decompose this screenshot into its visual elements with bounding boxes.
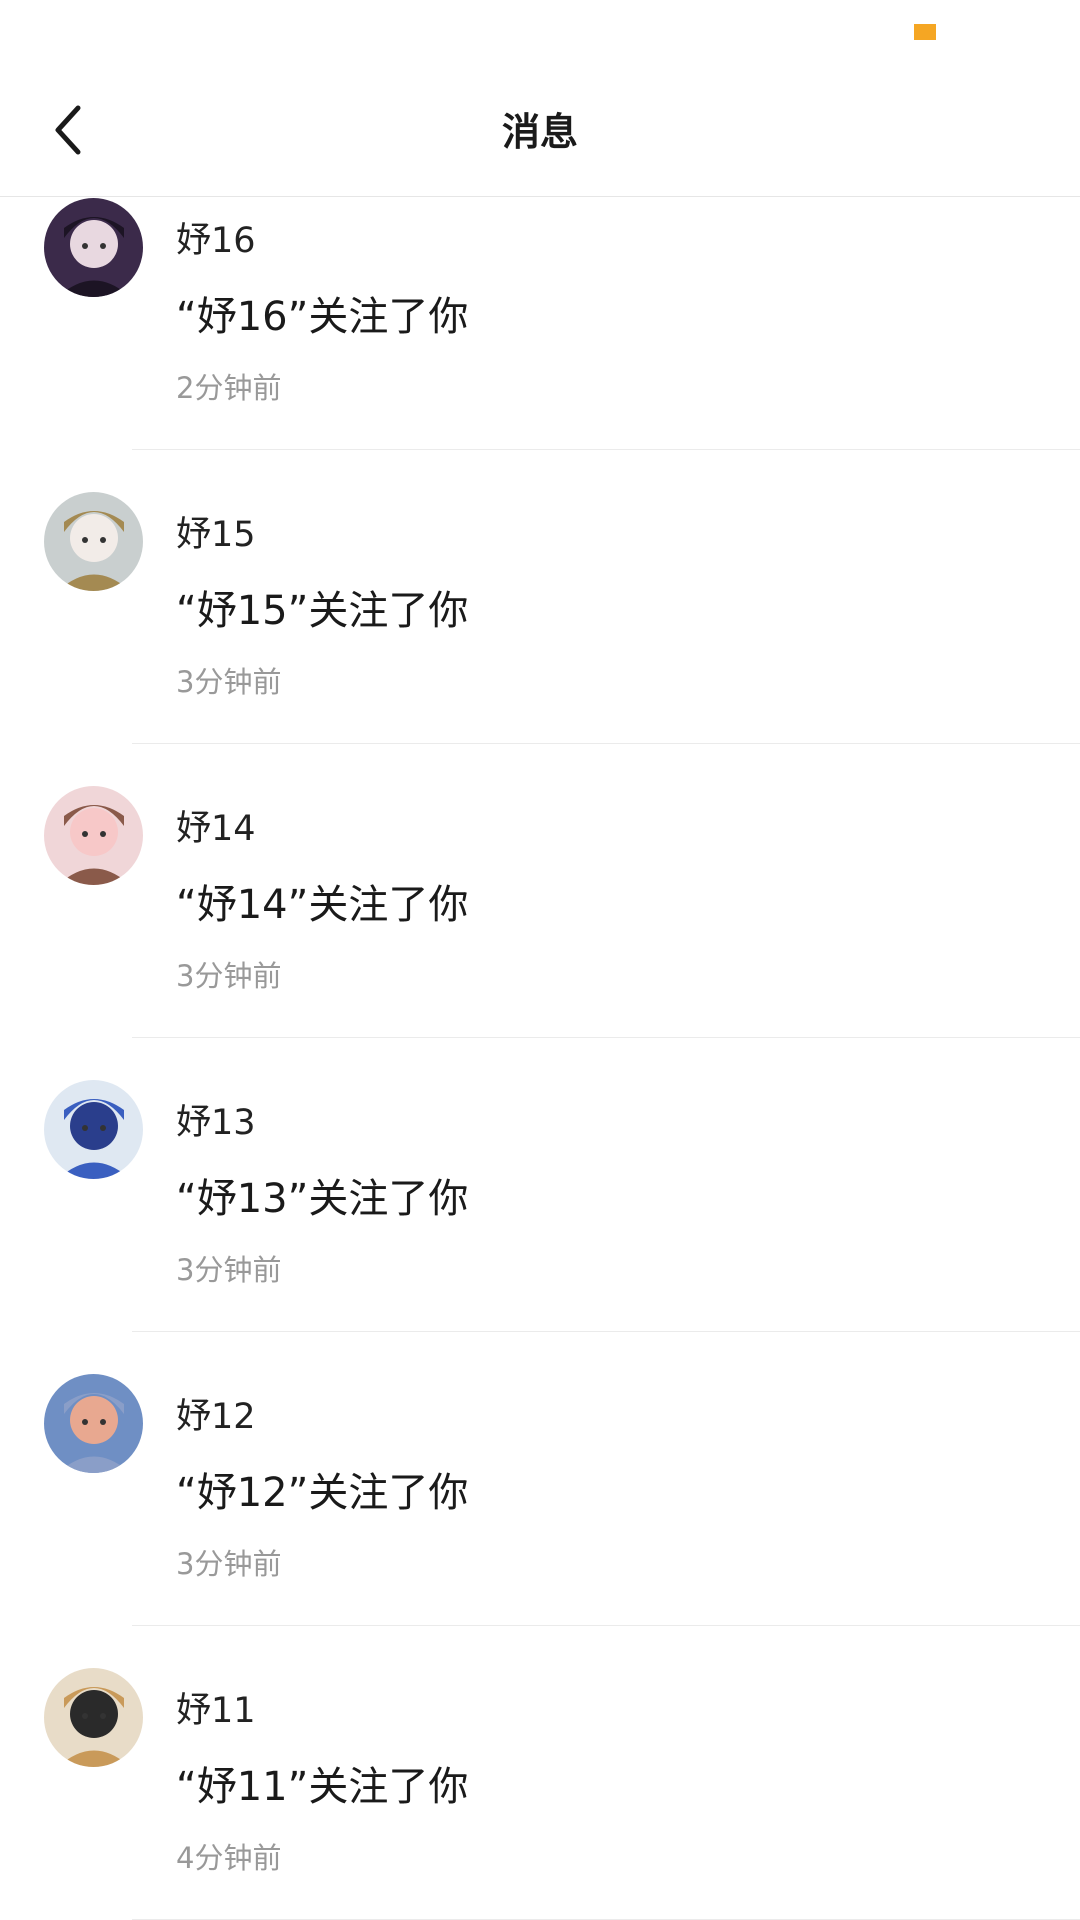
- notification-item[interactable]: 妤13 “妤13”关注了你 3分钟前: [0, 1038, 1080, 1332]
- avatar[interactable]: [44, 1080, 143, 1179]
- avatar[interactable]: [44, 1668, 143, 1767]
- status-bar: [0, 0, 1080, 70]
- avatar-image: [44, 1374, 143, 1473]
- notification-time: 2分钟前: [176, 371, 282, 405]
- notification-item[interactable]: 妤16 “妤16”关注了你 2分钟前: [0, 198, 1080, 450]
- notification-time: 4分钟前: [176, 1841, 282, 1875]
- top-bar: 消息: [0, 70, 1080, 197]
- user-name: 妤12: [176, 1397, 256, 1437]
- user-name: 妤15: [176, 515, 256, 555]
- page-title: 消息: [501, 110, 578, 154]
- notification-message: “妤12”关注了你: [176, 1470, 469, 1516]
- notification-item[interactable]: 妤11 “妤11”关注了你 4分钟前: [0, 1626, 1080, 1920]
- notification-message: “妤16”关注了你: [176, 294, 469, 340]
- user-name: 妤13: [176, 1103, 256, 1143]
- notification-time: 3分钟前: [176, 1547, 282, 1581]
- notification-time: 3分钟前: [176, 1253, 282, 1287]
- avatar[interactable]: [44, 1374, 143, 1473]
- avatar-image: [44, 1668, 143, 1767]
- notification-list[interactable]: 妤16 “妤16”关注了你 2分钟前 妤15 “妤15”关注了你 3分钟前 妤1…: [0, 198, 1080, 1920]
- user-name: 妤14: [176, 809, 256, 849]
- notification-message: “妤14”关注了你: [176, 882, 469, 928]
- avatar-image: [44, 786, 143, 885]
- avatar[interactable]: [44, 492, 143, 591]
- avatar-image: [44, 1080, 143, 1179]
- status-indicator: [914, 24, 936, 40]
- user-name: 妤11: [176, 1691, 256, 1731]
- notification-item[interactable]: 妤15 “妤15”关注了你 3分钟前: [0, 450, 1080, 744]
- avatar[interactable]: [44, 198, 143, 297]
- avatar-image: [44, 198, 143, 297]
- notification-item[interactable]: 妤14 “妤14”关注了你 3分钟前: [0, 744, 1080, 1038]
- notification-item[interactable]: 妤12 “妤12”关注了你 3分钟前: [0, 1332, 1080, 1626]
- user-name: 妤16: [176, 221, 256, 261]
- notification-message: “妤13”关注了你: [176, 1176, 469, 1222]
- notification-time: 3分钟前: [176, 665, 282, 699]
- notification-message: “妤11”关注了你: [176, 1764, 469, 1810]
- avatar-image: [44, 492, 143, 591]
- notification-message: “妤15”关注了你: [176, 588, 469, 634]
- notification-time: 3分钟前: [176, 959, 282, 993]
- avatar[interactable]: [44, 786, 143, 885]
